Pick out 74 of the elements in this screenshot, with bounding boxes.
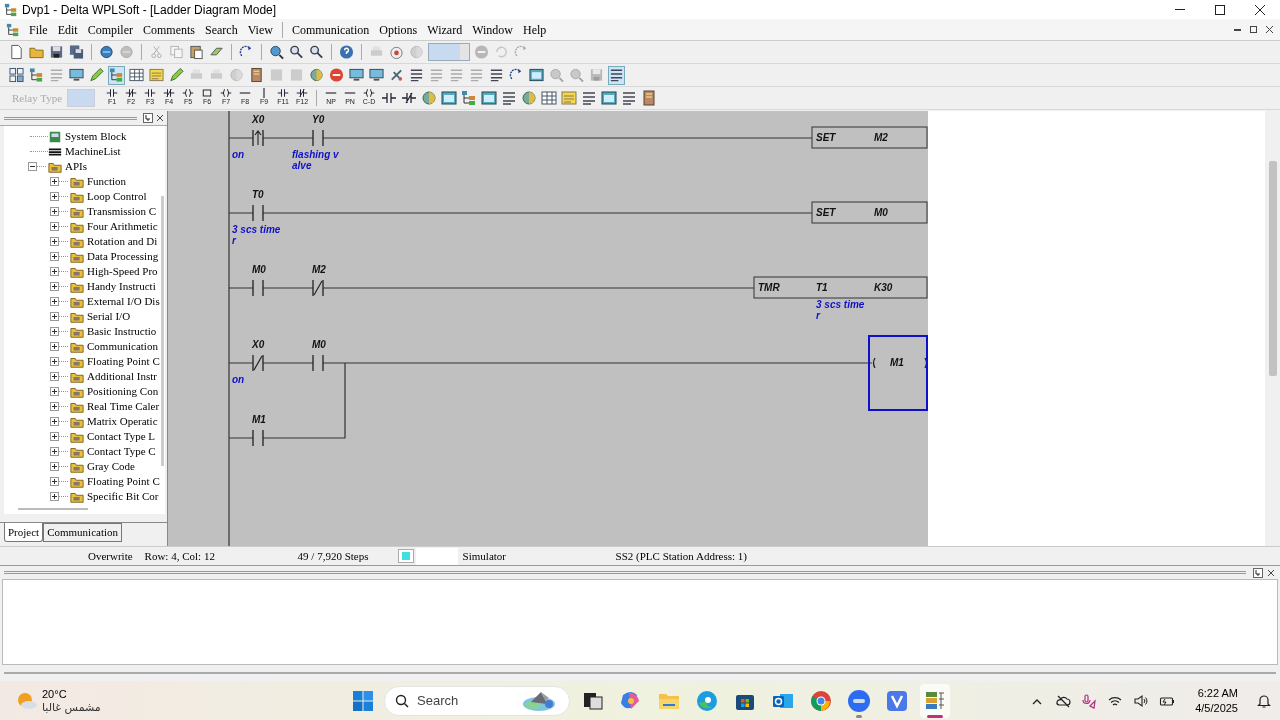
tree-item[interactable]: MachineList xyxy=(65,143,121,160)
device-label: X0 xyxy=(252,114,265,125)
comment-text: r xyxy=(816,310,820,321)
menu-item[interactable]: Wizard xyxy=(422,20,468,39)
status-connection: Simulator xyxy=(462,548,507,564)
comment-text: flashing v xyxy=(292,149,339,160)
tree-item[interactable]: Handy Instructi xyxy=(87,278,156,295)
tree-item[interactable]: Specific Bit Cor xyxy=(87,488,159,505)
tree-item[interactable]: Floating Point C xyxy=(87,473,160,490)
comment-text: alve xyxy=(292,160,312,171)
menu-item[interactable]: View xyxy=(242,20,278,39)
clock[interactable]: 6:22 AM 4/5/2025 xyxy=(1195,686,1238,716)
instruction-operand: M0 xyxy=(874,207,888,218)
comment-text: 3 scs time xyxy=(816,299,865,310)
relay-type-label: Relay Type xyxy=(12,90,63,106)
menu-item[interactable]: Comments xyxy=(138,20,200,39)
menu-item[interactable]: File xyxy=(24,20,53,39)
comment-text: r xyxy=(232,235,236,246)
instruction-operand: T1 xyxy=(816,282,828,293)
window-title: Dvp1 - Delta WPLSoft - [Ladder Diagram Mode] xyxy=(22,1,277,19)
menu-item[interactable]: Compiler xyxy=(82,20,138,39)
status-mode: Overwrite xyxy=(88,548,133,564)
search-bar[interactable]: Search xyxy=(384,686,570,716)
device-label: Y0 xyxy=(312,114,325,125)
instruction-operand: K30 xyxy=(874,282,893,293)
coil-device-label: M1 xyxy=(890,357,904,368)
menu-item[interactable]: Edit xyxy=(52,20,83,39)
tree-item[interactable]: Data Processing xyxy=(87,248,159,265)
tree-item[interactable]: High-Speed Pro xyxy=(87,263,158,280)
tree-item[interactable]: Additional Instr xyxy=(87,368,157,385)
status-position: Row: 4, Col: 12 xyxy=(144,548,216,564)
tree-item[interactable]: Contact Type L xyxy=(87,428,156,445)
comment-text: on xyxy=(232,374,245,385)
device-label: M0 xyxy=(312,339,326,350)
device-label: M2 xyxy=(312,264,326,275)
instruction-operand: TMR xyxy=(758,282,780,293)
tree-item[interactable]: Basic Instructio xyxy=(87,323,157,340)
temperature-text: 20°C xyxy=(42,687,68,701)
menu-item[interactable]: Options xyxy=(374,20,423,39)
status-station: SS2 (PLC Station Address: 1) xyxy=(615,548,747,564)
weather-condition: مشمس غالبا xyxy=(42,701,101,715)
device-label: M1 xyxy=(252,414,266,425)
menu-item[interactable]: Window xyxy=(467,20,518,39)
device-label: X0 xyxy=(252,339,265,350)
menu-item[interactable]: Search xyxy=(200,20,243,39)
search-input[interactable]: Search xyxy=(417,691,507,711)
tree-item[interactable]: Loop Control xyxy=(87,188,147,205)
tree-item[interactable]: External I/O Dis xyxy=(87,293,160,310)
panel-tab[interactable]: Project xyxy=(4,523,44,542)
menu-item[interactable]: Communication xyxy=(286,20,375,39)
instruction-operand: SET xyxy=(816,207,836,218)
panel-tab[interactable]: Communication xyxy=(43,523,123,542)
tree-item[interactable]: Floating Point C xyxy=(87,353,160,370)
device-label: T0 xyxy=(252,189,264,200)
comment-text: 3 scs time xyxy=(232,224,281,235)
instruction-operand: M2 xyxy=(874,132,888,143)
tree-item[interactable]: Four Arithmetic xyxy=(87,218,158,235)
tree-item[interactable]: System Block xyxy=(65,128,127,145)
tree-item[interactable]: Contact Type C xyxy=(87,443,156,460)
device-label: M0 xyxy=(252,264,266,275)
status-steps: 49 / 7,920 Steps xyxy=(297,547,398,565)
tree-item[interactable]: Matrix Operatic xyxy=(87,413,158,430)
tree-item[interactable]: Real Time Caler xyxy=(87,398,160,415)
tree-item[interactable]: Rotation and Di xyxy=(87,233,158,250)
tree-item[interactable]: Gray Code xyxy=(87,458,135,475)
tree-item[interactable]: Communication xyxy=(87,338,158,355)
tree-item[interactable]: Positioning Con xyxy=(87,383,159,400)
instruction-operand: SET xyxy=(816,132,836,143)
tree-item[interactable]: Serial I/O xyxy=(87,308,131,325)
tree-item[interactable]: Transmission C xyxy=(87,203,156,220)
menu-item[interactable]: Help xyxy=(518,20,552,39)
comment-text: on xyxy=(232,149,245,160)
tree-item[interactable]: Function xyxy=(87,173,127,190)
tree-item[interactable]: APIs xyxy=(65,158,87,175)
